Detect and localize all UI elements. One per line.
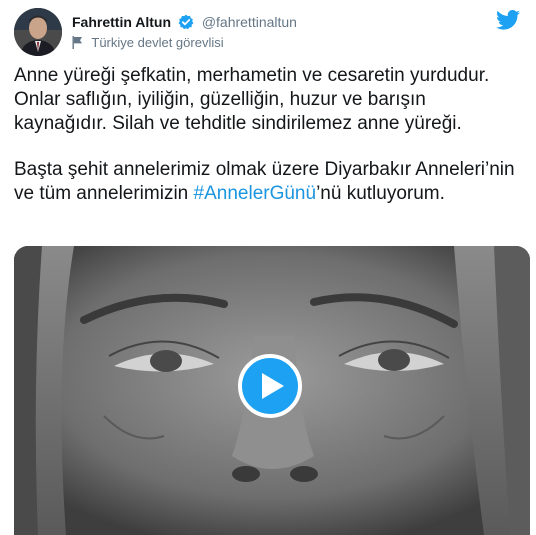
tweet-header: Fahrettin Altun @fahrettinaltun Türkiye … (14, 8, 522, 58)
flag-icon (72, 36, 83, 52)
avatar[interactable] (14, 8, 62, 56)
play-icon (262, 373, 284, 399)
video-player[interactable] (14, 246, 530, 535)
name-row: Fahrettin Altun @fahrettinaltun (72, 14, 297, 33)
tweet-text: Anne yüreği şefkatin, merhametin ve cesa… (14, 64, 524, 206)
tweet-paragraph-2: Başta şehit annelerimiz olmak üzere Diya… (14, 158, 524, 206)
avatar-image (14, 8, 62, 56)
display-name[interactable]: Fahrettin Altun (72, 14, 171, 30)
tweet-paragraph-2-suffix: ’nü kutluyorum. (316, 183, 445, 204)
tweet-paragraph-1: Anne yüreği şefkatin, merhametin ve cesa… (14, 65, 490, 134)
hashtag-link[interactable]: #AnnelerGünü (194, 183, 317, 204)
account-label: Türkiye devlet görevlisi (72, 35, 224, 52)
account-label-text: Türkiye devlet görevlisi (91, 35, 224, 50)
twitter-bird-icon[interactable] (496, 10, 520, 35)
verified-badge-icon (178, 14, 194, 33)
play-button[interactable] (238, 354, 302, 418)
handle[interactable]: @fahrettinaltun (202, 14, 297, 30)
